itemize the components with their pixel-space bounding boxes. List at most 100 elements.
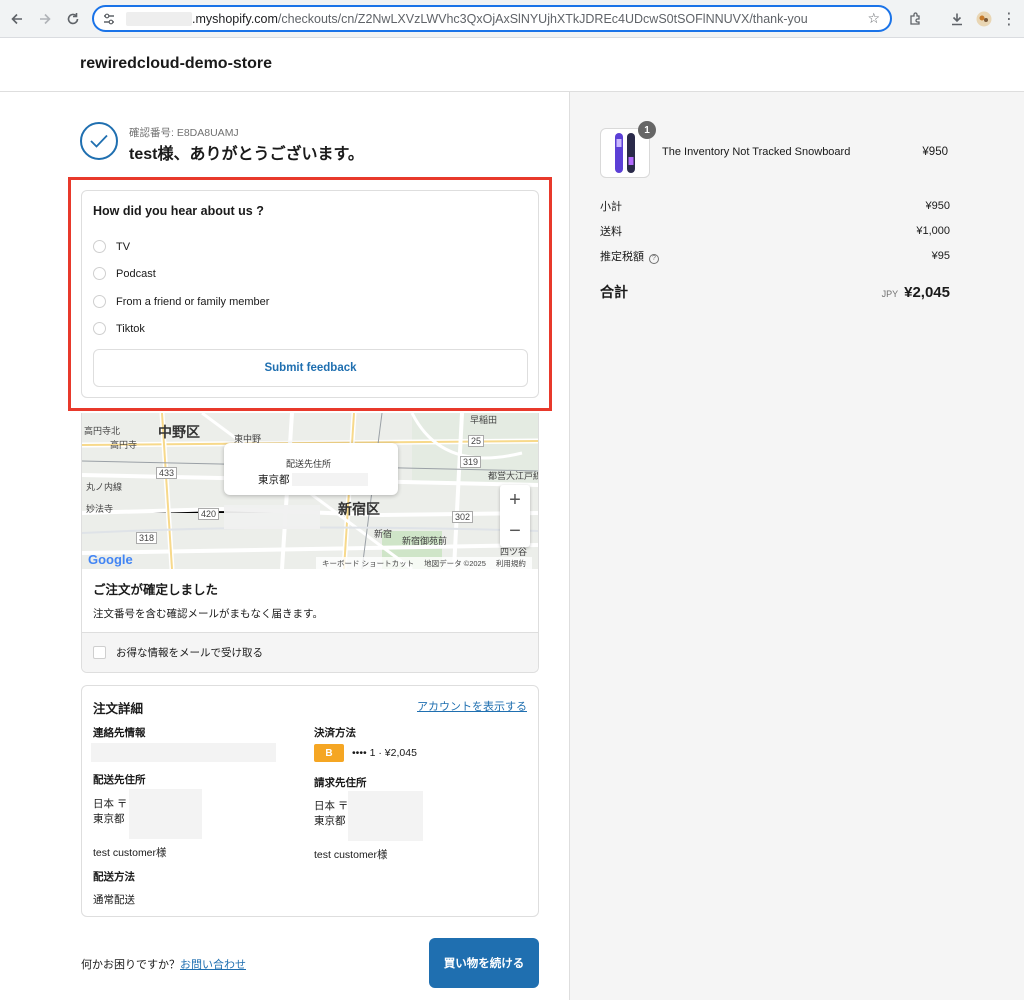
product-price: ¥950 bbox=[922, 146, 948, 158]
help-section: 何かお困りですか？お問い合わせ bbox=[81, 956, 246, 972]
url-text: .myshopify.com/checkouts/cn/Z2NwLXVzLWVh… bbox=[192, 12, 808, 26]
extensions-icon[interactable] bbox=[904, 8, 926, 30]
road-number: 318 bbox=[136, 532, 158, 544]
bookmark-star-icon[interactable]: ☆ bbox=[867, 10, 880, 27]
terms-link[interactable]: 利用規約 bbox=[496, 558, 526, 569]
survey-option-tv[interactable]: TV bbox=[93, 240, 130, 253]
zoom-in-button[interactable]: + bbox=[500, 485, 530, 516]
survey-option-label: From a friend or family member bbox=[116, 295, 270, 308]
billing-address-redacted bbox=[348, 791, 423, 841]
shipping-method-value: 通常配送 bbox=[93, 894, 135, 906]
road-number: 25 bbox=[468, 435, 485, 447]
map-label: 新宿御苑前 bbox=[402, 536, 448, 546]
tooltip-city: 東京都 bbox=[258, 474, 290, 486]
back-arrow-icon[interactable] bbox=[6, 8, 28, 30]
shipping-map[interactable]: 中野区 新宿区 高円寺北 高円寺 東中野 丸ノ内線 妙法寺 新宿 新宿御苑前 四… bbox=[81, 413, 539, 569]
shipping-method-label: 配送方法 bbox=[93, 871, 135, 883]
submit-feedback-button[interactable]: Submit feedback bbox=[93, 349, 528, 387]
tax-label: 推定税額 bbox=[600, 251, 644, 263]
map-label: 都営大江戸線 bbox=[488, 471, 539, 481]
map-data-credit: 地図データ ©2025 bbox=[424, 558, 486, 568]
road-number: 319 bbox=[460, 456, 482, 468]
map-label: 高円寺北 bbox=[84, 426, 121, 436]
shipping-address-line2: 東京都 bbox=[93, 813, 125, 825]
shipping-label: 送料 bbox=[600, 226, 622, 238]
url-redacted bbox=[126, 11, 192, 26]
map-label: 高円寺 bbox=[110, 440, 138, 450]
road-number: 302 bbox=[452, 511, 474, 523]
tax-value: ¥95 bbox=[931, 250, 950, 262]
confirmation-number: 確認番号: E8DA8UAMJ bbox=[129, 127, 239, 139]
order-details-card: 注文詳細 アカウントを表示する 連絡先情報 決済方法 B •••• 1 · ¥2… bbox=[81, 685, 539, 917]
total-row: 合計 JPY ¥2,045 bbox=[600, 282, 950, 302]
order-confirmed-title: ご注文が確定しました bbox=[93, 583, 219, 597]
site-settings-icon[interactable] bbox=[102, 12, 116, 26]
billing-address-line1: 日本 〒 bbox=[314, 800, 349, 812]
shipping-address-name: test customer様 bbox=[93, 847, 167, 859]
map-tooltip: 配送先住所 東京都 bbox=[224, 443, 398, 495]
shipping-value: ¥1,000 bbox=[916, 225, 950, 237]
forward-arrow-icon[interactable] bbox=[34, 8, 56, 30]
profile-avatar[interactable] bbox=[973, 8, 995, 30]
order-details-title: 注文詳細 bbox=[93, 702, 144, 716]
store-header: rewiredcloud-demo-store bbox=[0, 38, 1024, 92]
tooltip-title: 配送先住所 bbox=[286, 459, 332, 469]
tax-label-wrap: 推定税額? bbox=[600, 248, 659, 264]
map-redacted bbox=[224, 505, 320, 529]
map-footer: キーボード ショートカット 地図データ ©2025 利用規約 bbox=[316, 557, 532, 569]
survey-option-label: TV bbox=[116, 240, 131, 253]
total-amount-wrap: JPY ¥2,045 bbox=[882, 284, 950, 302]
road-number: 420 bbox=[198, 508, 220, 520]
map-label: 早稲田 bbox=[470, 415, 498, 425]
more-menu-icon[interactable]: ⋮ bbox=[1000, 8, 1018, 30]
google-logo: Google bbox=[88, 552, 133, 567]
map-label: 新宿区 bbox=[338, 501, 380, 517]
total-label: 合計 bbox=[600, 284, 628, 300]
payment-badge: B bbox=[314, 744, 344, 762]
help-circle-icon[interactable]: ? bbox=[649, 254, 659, 264]
payment-method-label: 決済方法 bbox=[314, 727, 356, 739]
shipping-address-label: 配送先住所 bbox=[93, 774, 146, 786]
radio-button[interactable] bbox=[93, 240, 106, 253]
order-summary-panel: 1 The Inventory Not Tracked Snowboard ¥9… bbox=[569, 92, 1024, 1000]
order-confirmed-card: ご注文が確定しました 注文番号を含む確認メールがまもなく届きます。 お得な情報を… bbox=[81, 569, 539, 673]
map-label: 中野区 bbox=[158, 424, 200, 440]
browser-toolbar: .myshopify.com/checkouts/cn/Z2NwLXVzLWVh… bbox=[0, 0, 1024, 38]
order-confirmed-body: 注文番号を含む確認メールがまもなく届きます。 bbox=[93, 608, 323, 620]
download-icon[interactable] bbox=[946, 8, 968, 30]
thank-you-heading: test様、ありがとうございます。 bbox=[129, 146, 364, 163]
radio-button[interactable] bbox=[93, 267, 106, 280]
survey-option-friend[interactable]: From a friend or family member bbox=[93, 295, 269, 308]
address-bar[interactable]: .myshopify.com/checkouts/cn/Z2NwLXVzLWVh… bbox=[92, 5, 892, 32]
url-path: /checkouts/cn/Z2NwLXVzLWVhc3QxOjAxSlNYUj… bbox=[277, 11, 808, 26]
help-text: 何かお困りですか？ bbox=[81, 959, 180, 971]
contact-redacted bbox=[91, 743, 276, 762]
survey-option-podcast[interactable]: Podcast bbox=[93, 267, 156, 280]
zoom-out-button[interactable]: − bbox=[500, 516, 530, 547]
map-label: 新宿 bbox=[374, 529, 393, 539]
email-optin[interactable]: お得な情報をメールで受け取る bbox=[82, 632, 538, 672]
billing-address-name: test customer様 bbox=[314, 849, 388, 861]
contact-us-link[interactable]: お問い合わせ bbox=[180, 959, 246, 971]
view-account-link[interactable]: アカウントを表示する bbox=[417, 698, 527, 714]
subtotal-value: ¥950 bbox=[925, 200, 950, 212]
continue-shopping-button[interactable]: 買い物を続ける bbox=[429, 938, 539, 988]
map-label: 妙法寺 bbox=[86, 504, 114, 514]
optin-checkbox[interactable] bbox=[93, 646, 106, 659]
contact-info-label: 連絡先情報 bbox=[93, 727, 146, 739]
map-label: 丸ノ内線 bbox=[86, 482, 123, 492]
radio-button[interactable] bbox=[93, 322, 106, 335]
shipping-address-line1: 日本 〒 bbox=[93, 798, 128, 810]
radio-button[interactable] bbox=[93, 295, 106, 308]
shipping-row: 送料 ¥1,000 bbox=[600, 223, 950, 239]
reload-icon[interactable] bbox=[62, 8, 84, 30]
keyboard-shortcuts-link[interactable]: キーボード ショートカット bbox=[322, 558, 414, 569]
tax-row: 推定税額? ¥95 bbox=[600, 248, 950, 264]
road-number: 433 bbox=[156, 467, 178, 479]
survey-card: How did you hear about us ? TV Podcast F… bbox=[81, 190, 539, 398]
optin-label: お得な情報をメールで受け取る bbox=[116, 647, 263, 659]
payment-method-value: B •••• 1 · ¥2,045 bbox=[314, 744, 417, 762]
survey-option-label: Podcast bbox=[116, 267, 156, 280]
store-name[interactable]: rewiredcloud-demo-store bbox=[80, 55, 272, 73]
survey-option-tiktok[interactable]: Tiktok bbox=[93, 322, 145, 335]
